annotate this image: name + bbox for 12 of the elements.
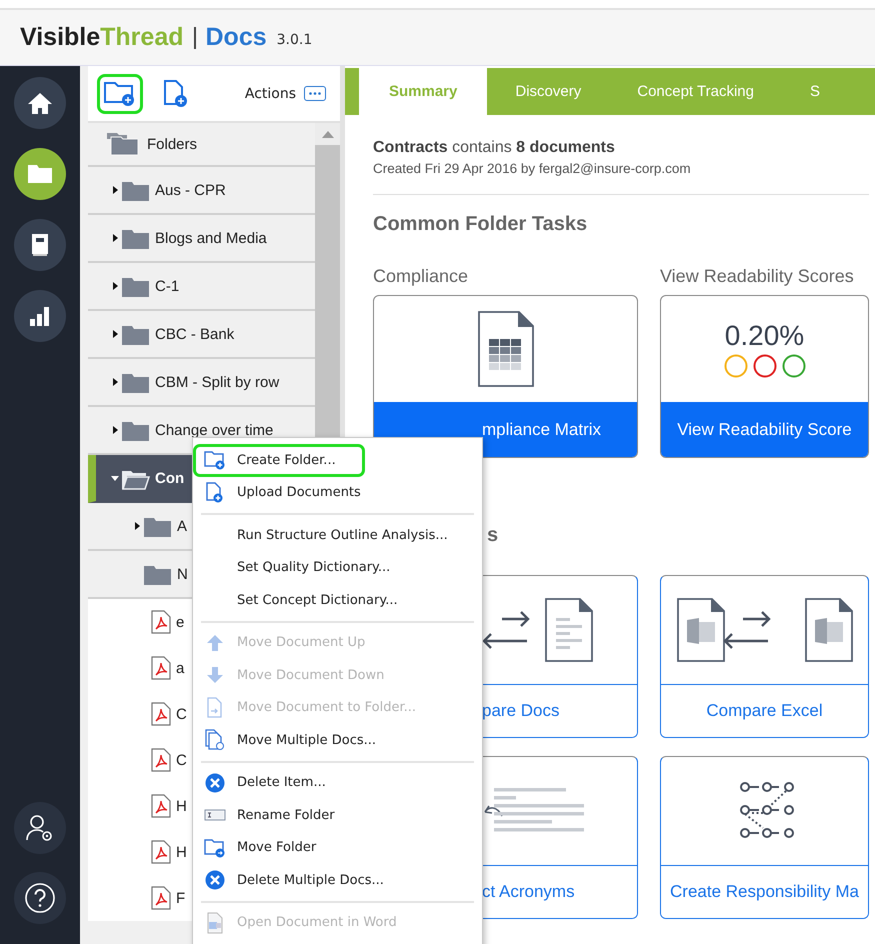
readability-score: 0.20% (724, 320, 804, 352)
task-title: View Readability Scores (660, 266, 855, 287)
section-heading: s (487, 524, 498, 547)
product-name: Docs (206, 23, 267, 52)
created-info: Created Fri 29 Apr 2016 by fergal2@insure-corp.com (373, 161, 692, 176)
section-heading: Common Folder Tasks (373, 213, 588, 236)
brand-logo: VisibleThread (20, 23, 184, 52)
version-label: 3.0.1 (276, 32, 312, 48)
actions-label: Actions (244, 86, 296, 102)
tree-root-label: Folders (147, 136, 198, 152)
task-title: Compliance (373, 266, 470, 287)
folder-summary: Contracts contains 8 documents (373, 139, 616, 157)
